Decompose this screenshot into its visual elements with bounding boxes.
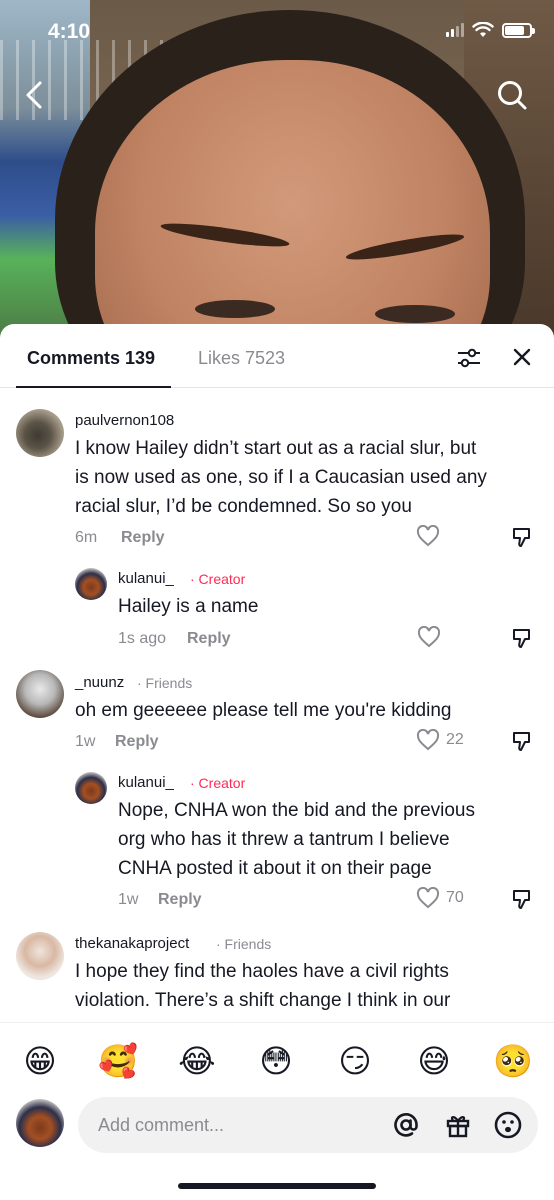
emoji-sweat-smile[interactable]: 😅	[410, 1037, 458, 1085]
comment-time: 6m	[75, 529, 98, 546]
like-button[interactable]	[417, 626, 441, 648]
comment-username[interactable]: kulanui_	[118, 570, 174, 587]
comment-input[interactable]	[98, 1111, 378, 1139]
heart-icon	[416, 887, 440, 909]
gift-button[interactable]	[442, 1109, 474, 1141]
comment-composer: 😁 🥰 😂 😳 😏 😅 🥺	[0, 1022, 554, 1200]
at-icon	[394, 1113, 418, 1137]
dislike-icon	[513, 732, 530, 751]
wifi-icon	[472, 22, 494, 37]
status-time: 4:10	[48, 20, 91, 43]
comment-text: I know Hailey didn’t start out as a raci…	[75, 438, 487, 517]
comment-username[interactable]: paulvernon108	[75, 412, 174, 429]
tab-comments[interactable]: Comments 139	[27, 348, 155, 369]
avatar[interactable]	[16, 932, 64, 980]
comment-username[interactable]: thekanakaproject	[75, 935, 189, 952]
dislike-icon	[513, 528, 530, 547]
comment-input-box	[78, 1097, 538, 1153]
emoji-tears-of-joy[interactable]: 😂	[173, 1037, 221, 1085]
search-icon	[498, 81, 527, 110]
emoji-grin[interactable]: 😁	[16, 1037, 64, 1085]
filter-icon	[458, 348, 480, 368]
reply-button[interactable]: Reply	[115, 733, 159, 751]
creator-badge: · Creator	[190, 775, 246, 791]
active-tab-indicator	[16, 386, 171, 388]
reply-button[interactable]: Reply	[121, 529, 165, 547]
avatar[interactable]	[16, 670, 64, 718]
avatar[interactable]	[75, 568, 107, 600]
dislike-button[interactable]	[511, 627, 533, 654]
dislike-button[interactable]	[511, 888, 533, 915]
comment-text: oh em geeeeee please tell me you're kidd…	[75, 700, 452, 721]
mention-button[interactable]	[390, 1109, 422, 1141]
friends-badge: · Friends	[137, 675, 193, 691]
friends-badge: · Friends	[216, 936, 272, 952]
back-arrow-icon	[26, 81, 42, 109]
tab-likes[interactable]: Likes 7523	[198, 348, 285, 369]
cellular-signal-icon	[446, 23, 464, 37]
comment-time: 1w	[75, 733, 96, 750]
emoji-pleading[interactable]: 🥺	[489, 1037, 537, 1085]
reply-button[interactable]: Reply	[187, 630, 231, 648]
close-icon	[513, 348, 531, 366]
comment-time: 1s ago	[118, 630, 167, 647]
status-bar: 4:10	[0, 0, 554, 60]
dislike-icon	[513, 890, 530, 909]
status-icons	[446, 22, 535, 38]
like-button[interactable]: 22	[416, 729, 464, 751]
comment-time: 1w	[118, 891, 139, 908]
like-count: 70	[446, 889, 464, 906]
dislike-button[interactable]	[511, 526, 533, 553]
close-button[interactable]	[508, 343, 536, 371]
back-button[interactable]	[14, 75, 54, 115]
emoji-picker-button[interactable]	[492, 1109, 524, 1141]
gift-icon	[446, 1116, 470, 1138]
reply-button[interactable]: Reply	[158, 891, 202, 909]
filter-button[interactable]	[454, 344, 484, 372]
emoji-smirk[interactable]: 😏	[331, 1037, 379, 1085]
heart-icon	[416, 729, 440, 751]
emoji-smiling-hearts[interactable]: 🥰	[94, 1037, 142, 1085]
comment-text: Nope, CNHA won the bid and the previous …	[118, 800, 475, 879]
quick-emoji-row: 😁 🥰 😂 😳 😏 😅 🥺	[0, 1037, 554, 1085]
search-button[interactable]	[492, 75, 532, 115]
battery-icon	[502, 22, 535, 38]
current-user-avatar	[16, 1099, 64, 1147]
heart-icon	[416, 525, 440, 547]
creator-badge: · Creator	[190, 571, 246, 587]
emoji-icon	[494, 1111, 522, 1139]
avatar[interactable]	[75, 772, 107, 804]
comment-text: Hailey is a name	[118, 596, 259, 617]
dislike-icon	[513, 629, 530, 648]
comment-username[interactable]: _nuunz	[75, 674, 124, 691]
dislike-button[interactable]	[511, 730, 533, 757]
like-button[interactable]	[416, 525, 440, 547]
like-count: 22	[446, 731, 464, 748]
emoji-flushed[interactable]: 😳	[252, 1037, 300, 1085]
comments-tabs: Comments 139 Likes 7523	[0, 324, 554, 388]
avatar[interactable]	[16, 409, 64, 457]
home-indicator	[178, 1183, 376, 1189]
comment-username[interactable]: kulanui_	[118, 774, 174, 791]
comment-text: I hope they find the haoles have a civil…	[75, 961, 451, 1011]
heart-icon	[417, 626, 441, 648]
like-button[interactable]: 70	[416, 887, 464, 909]
